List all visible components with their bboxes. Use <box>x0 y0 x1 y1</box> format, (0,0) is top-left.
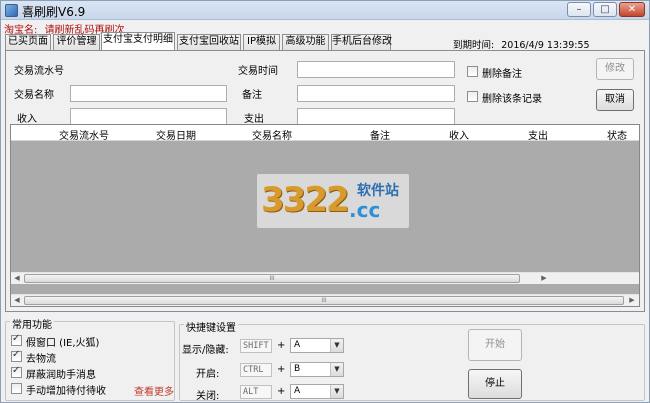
scroll-right-arrow-icon[interactable]: ▶ <box>538 273 550 284</box>
tab-alipay-details[interactable]: 支付宝支付明细 <box>101 32 175 50</box>
outer-horizontal-scrollbar[interactable]: ◀ III ▶ <box>11 294 639 306</box>
note-field[interactable] <box>297 85 455 102</box>
watermark-domain: .cc <box>349 198 381 222</box>
delete-note-label: 删除备注 <box>482 69 522 80</box>
common-functions-title: 常用功能 <box>10 316 54 331</box>
column-header-name[interactable]: 交易名称 <box>252 127 292 142</box>
common-functions-group: 常用功能 假窗口 (IE,火狐) 去物流 屏蔽润助手消息 手动增加待付待收 查看… <box>5 316 175 401</box>
stop-hotkey-label: 关闭: <box>196 391 220 402</box>
manual-add-checkbox[interactable] <box>11 383 22 394</box>
column-header-note[interactable]: 备注 <box>370 127 390 142</box>
grid-header: 交易流水号 交易日期 交易名称 备注 收入 支出 状态 <box>11 125 639 142</box>
remove-logistics-label: 去物流 <box>26 354 56 365</box>
title-bar[interactable]: 喜刷刷V6.9 – □ ✕ <box>1 1 649 20</box>
expense-label: 支出 <box>244 114 264 125</box>
close-button[interactable]: ✕ <box>619 2 645 17</box>
toggle-hotkey-label: 显示/隐藏: <box>182 345 229 356</box>
name-label: 交易名称 <box>14 90 54 101</box>
column-header-expense[interactable]: 支出 <box>528 127 548 142</box>
plus-sign: + <box>277 340 286 351</box>
start-key-value: B <box>294 364 301 374</box>
block-messages-checkbox[interactable] <box>11 365 22 378</box>
time-label: 交易时间 <box>238 66 278 77</box>
column-header-date[interactable]: 交易日期 <box>156 127 196 142</box>
column-header-income[interactable]: 收入 <box>449 127 469 142</box>
chevron-down-icon[interactable]: ▼ <box>330 363 343 376</box>
watermark-logo: 3322 软件站 .cc <box>257 174 409 228</box>
block-messages-label: 屏蔽润助手消息 <box>26 370 96 381</box>
chevron-down-icon[interactable]: ▼ <box>330 339 343 352</box>
scroll-left-arrow-icon[interactable]: ◀ <box>11 273 23 284</box>
view-more-link[interactable]: 查看更多 <box>134 383 174 398</box>
app-icon <box>5 4 18 17</box>
toggle-key-select[interactable]: A ▼ <box>290 338 344 353</box>
expire-time: 到期时间: 2016/4/9 13:39:55 <box>453 37 590 51</box>
alipay-details-panel: 交易流水号 交易时间 交易名称 备注 收入 支出 删除备注 删除该条记录 修改 … <box>5 50 645 312</box>
income-label: 收入 <box>17 114 37 125</box>
scroll-left-arrow-icon[interactable]: ◀ <box>11 295 23 306</box>
delete-record-checkbox[interactable] <box>467 91 478 102</box>
tab-purchased[interactable]: 已买页面 <box>5 34 51 50</box>
delete-record-label: 删除该条记录 <box>482 94 542 105</box>
start-hotkey-label: 开启: <box>196 369 220 380</box>
stop-modifier-box[interactable]: ALT <box>240 385 272 399</box>
toggle-key-value: A <box>294 340 301 350</box>
time-field[interactable] <box>297 61 455 78</box>
plus-sign: + <box>277 386 286 397</box>
inner-horizontal-scrollbar[interactable]: ◀ III ▶ <box>11 272 639 284</box>
expense-field[interactable] <box>297 108 455 125</box>
start-button[interactable]: 开始 <box>468 329 522 361</box>
note-label: 备注 <box>242 90 262 101</box>
modify-button[interactable]: 修改 <box>596 58 634 80</box>
tab-mobile-backend[interactable]: 手机后台修改 <box>331 34 392 50</box>
cancel-button[interactable]: 取消 <box>596 89 634 111</box>
app-window: 喜刷刷V6.9 – □ ✕ 淘宝名: 请刷新乱码再刷次 已买页面 评价管理 支付… <box>0 0 650 403</box>
stop-key-value: A <box>294 386 301 396</box>
start-modifier-box[interactable]: CTRL <box>240 363 272 377</box>
tab-reviews[interactable]: 评价管理 <box>53 34 100 50</box>
name-field[interactable] <box>70 85 227 102</box>
manual-add-label: 手动增加待付待收 <box>26 386 106 397</box>
transactions-grid[interactable]: 交易流水号 交易日期 交易名称 备注 收入 支出 状态 3322 软件站 .cc… <box>10 124 640 307</box>
minimize-button[interactable]: – <box>567 2 591 17</box>
tab-advanced[interactable]: 高级功能 <box>282 34 329 50</box>
column-header-status[interactable]: 状态 <box>607 127 627 142</box>
watermark-number: 3322 <box>261 180 350 220</box>
column-header-serial[interactable]: 交易流水号 <box>59 127 109 142</box>
fake-window-label: 假窗口 (IE,火狐) <box>26 338 100 349</box>
chevron-down-icon[interactable]: ▼ <box>330 385 343 398</box>
start-key-select[interactable]: B ▼ <box>290 362 344 377</box>
tab-alipay-recycle[interactable]: 支付宝回收站 <box>177 34 241 50</box>
stop-button[interactable]: 停止 <box>468 369 522 399</box>
scroll-thumb[interactable]: III <box>24 296 624 305</box>
income-field[interactable] <box>70 108 227 125</box>
maximize-button[interactable]: □ <box>593 2 617 17</box>
fake-window-checkbox[interactable] <box>11 333 22 346</box>
delete-note-checkbox[interactable] <box>467 66 478 77</box>
tab-ip-simulate[interactable]: IP模拟 <box>243 34 280 50</box>
hotkeys-group: 快捷键设置 显示/隐藏: SHIFT + A ▼ 开启: CTRL + B ▼ … <box>179 319 645 402</box>
serial-label: 交易流水号 <box>14 66 64 77</box>
toggle-modifier-box[interactable]: SHIFT <box>240 339 272 353</box>
stop-key-select[interactable]: A ▼ <box>290 384 344 399</box>
remove-logistics-checkbox[interactable] <box>11 349 22 362</box>
scroll-right-arrow-icon[interactable]: ▶ <box>626 295 638 306</box>
scroll-thumb[interactable]: III <box>24 274 520 283</box>
window-title: 喜刷刷V6.9 <box>22 5 86 19</box>
hotkeys-title: 快捷键设置 <box>184 319 238 334</box>
watermark-cn: 软件站 <box>357 183 399 199</box>
plus-sign: + <box>277 364 286 375</box>
